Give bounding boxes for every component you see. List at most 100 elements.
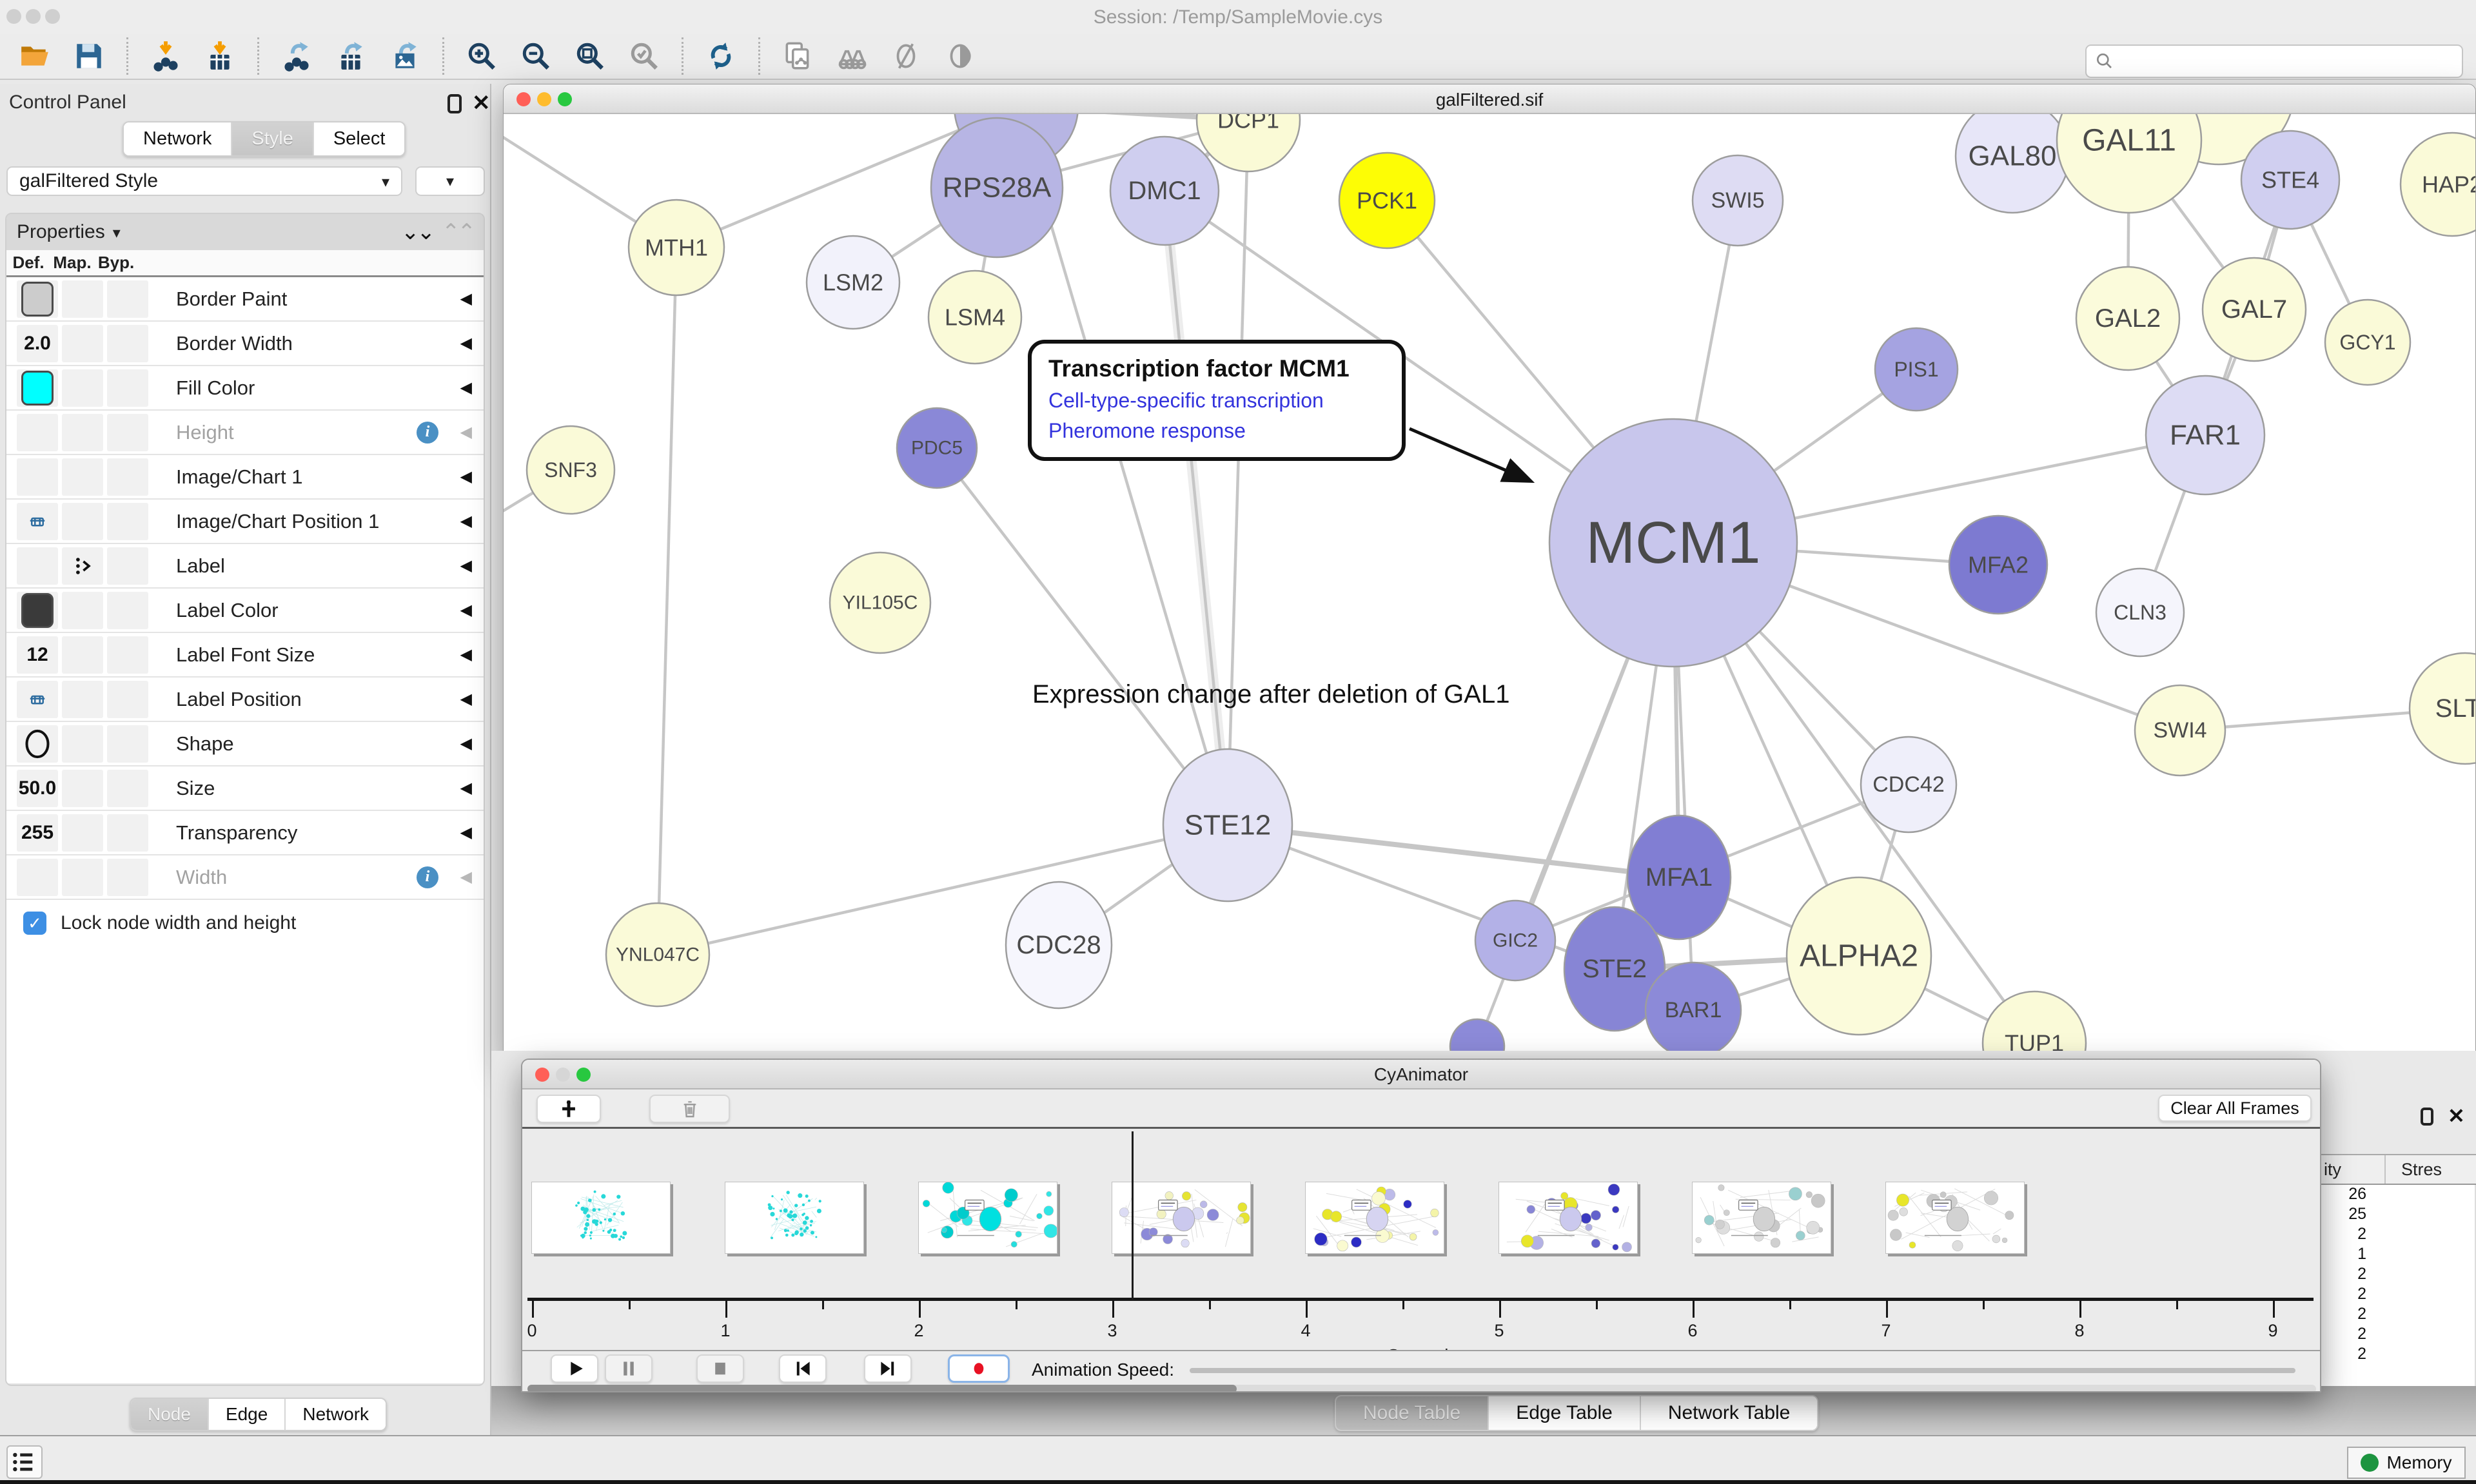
table-cell-value[interactable]: 25 bbox=[2321, 1205, 2366, 1225]
table-tab-node-table[interactable]: Node Table bbox=[1336, 1396, 1488, 1430]
column-header[interactable]: Stres bbox=[2386, 1160, 2442, 1180]
property-def-cell[interactable]: 2.0 bbox=[17, 325, 58, 362]
property-def-cell[interactable] bbox=[17, 725, 58, 763]
node-alpha2[interactable]: ALPHA2 bbox=[1787, 877, 1931, 1035]
property-def-cell[interactable]: 50.0 bbox=[17, 770, 58, 807]
skip-end-button[interactable] bbox=[864, 1354, 912, 1383]
node-cln3[interactable]: CLN3 bbox=[2096, 569, 2184, 656]
binoculars-icon[interactable] bbox=[836, 40, 868, 72]
style-tab-edge[interactable]: Edge bbox=[208, 1399, 284, 1430]
task-history-button[interactable] bbox=[6, 1445, 43, 1479]
property-map-cell[interactable] bbox=[62, 859, 103, 896]
frame-thumbnail-5[interactable] bbox=[1498, 1182, 1638, 1254]
color-swatch[interactable] bbox=[21, 282, 54, 317]
expand-property-icon[interactable]: ◀ bbox=[460, 645, 472, 664]
property-byp-cell[interactable] bbox=[107, 280, 148, 318]
node-lsm2[interactable]: LSM2 bbox=[807, 236, 899, 329]
node-gal80[interactable]: GAL80 bbox=[1956, 114, 2069, 213]
table-tab-network-table[interactable]: Network Table bbox=[1640, 1396, 1818, 1430]
property-row[interactable]: Heighti◀ bbox=[6, 411, 484, 455]
property-byp-cell[interactable] bbox=[107, 547, 148, 585]
node-dcp1[interactable]: DCP1 bbox=[1197, 114, 1300, 171]
info-icon[interactable]: i bbox=[417, 866, 438, 888]
color-swatch[interactable] bbox=[21, 593, 54, 628]
property-byp-cell[interactable] bbox=[107, 636, 148, 674]
node-mth1[interactable]: MTH1 bbox=[629, 200, 724, 295]
clear-all-frames-button[interactable]: Clear All Frames bbox=[2158, 1095, 2312, 1122]
scrollbar-thumb[interactable] bbox=[527, 1385, 1237, 1392]
expand-property-icon[interactable]: ◀ bbox=[460, 289, 472, 308]
expand-property-icon[interactable]: ◀ bbox=[460, 423, 472, 442]
property-map-cell[interactable] bbox=[62, 725, 103, 763]
node-pis1[interactable]: PIS1 bbox=[1875, 328, 1958, 411]
frame-thumbnail-1[interactable] bbox=[725, 1182, 864, 1254]
close-panel-icon[interactable]: ✕ bbox=[2448, 1104, 2465, 1128]
memory-indicator[interactable]: Memory bbox=[2347, 1447, 2466, 1479]
node-swi4[interactable]: SWI4 bbox=[2135, 685, 2225, 776]
node-mcm1[interactable]: MCM1 bbox=[1549, 419, 1797, 667]
property-byp-cell[interactable] bbox=[107, 859, 148, 896]
open-folder-icon[interactable] bbox=[19, 40, 51, 72]
expand-property-icon[interactable]: ◀ bbox=[460, 823, 472, 842]
node-slt2[interactable]: SLT2 bbox=[2410, 653, 2475, 764]
property-row[interactable]: Shape◀ bbox=[6, 722, 484, 766]
play-button[interactable] bbox=[551, 1354, 598, 1383]
node-pdc5[interactable]: PDC5 bbox=[897, 408, 977, 488]
node-lsm4[interactable]: LSM4 bbox=[928, 271, 1021, 364]
node-ste4[interactable]: STE4 bbox=[2241, 131, 2339, 229]
frame-thumbnail-7[interactable] bbox=[1885, 1182, 2025, 1254]
table-cell-value[interactable]: 2 bbox=[2321, 1225, 2366, 1245]
expand-property-icon[interactable]: ◀ bbox=[460, 556, 472, 575]
expand-property-icon[interactable]: ◀ bbox=[460, 601, 472, 620]
node-swi5[interactable]: SWI5 bbox=[1693, 155, 1783, 246]
column-header[interactable]: ity bbox=[2321, 1155, 2386, 1184]
timeline-playhead[interactable] bbox=[1132, 1131, 1134, 1300]
property-map-cell[interactable] bbox=[62, 636, 103, 674]
show-graphics-icon[interactable] bbox=[944, 40, 976, 72]
property-map-cell[interactable] bbox=[62, 770, 103, 807]
expand-property-icon[interactable]: ◀ bbox=[460, 779, 472, 797]
frame-thumbnail-4[interactable] bbox=[1305, 1182, 1444, 1254]
info-icon[interactable]: i bbox=[417, 422, 438, 444]
delete-frame-button[interactable] bbox=[649, 1095, 730, 1123]
zoom-in-icon[interactable] bbox=[466, 40, 498, 72]
frame-thumbnail-0[interactable] bbox=[531, 1182, 671, 1254]
table-cell-value[interactable]: 2 bbox=[2321, 1345, 2366, 1365]
frame-thumbnail-6[interactable] bbox=[1692, 1182, 1831, 1254]
property-map-cell[interactable] bbox=[62, 503, 103, 540]
node-gal11[interactable]: GAL11 bbox=[2057, 114, 2201, 213]
collapse-all-icon[interactable]: ⌃⌃ bbox=[442, 219, 473, 245]
expand-property-icon[interactable]: ◀ bbox=[460, 467, 472, 486]
node-gal2[interactable]: GAL2 bbox=[2076, 267, 2179, 370]
animation-speed-slider[interactable] bbox=[1190, 1368, 2295, 1373]
table-cell-value[interactable]: 2 bbox=[2321, 1285, 2366, 1305]
property-row[interactable]: Border Paint◀ bbox=[6, 277, 484, 322]
node-far1[interactable]: FAR1 bbox=[2146, 376, 2265, 494]
style-tab-node[interactable]: Node bbox=[131, 1399, 208, 1430]
node-ste12[interactable]: STE12 bbox=[1163, 749, 1292, 901]
tab-network[interactable]: Network bbox=[124, 122, 231, 155]
tab-style[interactable]: Style bbox=[231, 122, 312, 155]
timeline-scrollbar[interactable] bbox=[527, 1385, 2316, 1392]
node-rps28a[interactable]: RPS28A bbox=[931, 118, 1063, 257]
import-table-icon[interactable] bbox=[204, 40, 236, 72]
property-map-cell[interactable] bbox=[62, 369, 103, 407]
property-def-cell[interactable] bbox=[17, 592, 58, 629]
node-dmc1[interactable]: DMC1 bbox=[1110, 137, 1219, 245]
property-map-cell[interactable] bbox=[62, 414, 103, 451]
table-tab-edge-table[interactable]: Edge Table bbox=[1488, 1396, 1640, 1430]
refresh-icon[interactable] bbox=[705, 40, 737, 72]
property-row[interactable]: Label Position◀ bbox=[6, 678, 484, 722]
record-button[interactable] bbox=[948, 1354, 1010, 1383]
add-frame-button[interactable] bbox=[536, 1095, 601, 1123]
property-row[interactable]: 255Transparency◀ bbox=[6, 811, 484, 855]
property-byp-cell[interactable] bbox=[107, 458, 148, 496]
skip-start-button[interactable] bbox=[779, 1354, 827, 1383]
expand-property-icon[interactable]: ◀ bbox=[460, 734, 472, 753]
expand-property-icon[interactable]: ◀ bbox=[460, 512, 472, 531]
property-byp-cell[interactable] bbox=[107, 814, 148, 852]
property-def-cell[interactable] bbox=[17, 414, 58, 451]
pause-button[interactable] bbox=[605, 1354, 653, 1383]
property-map-cell[interactable] bbox=[62, 458, 103, 496]
network-canvas[interactable]: DCP1RPS28ADMC1PCK1SWI5GAL80GAL11STE4HAP2… bbox=[504, 114, 2475, 1059]
